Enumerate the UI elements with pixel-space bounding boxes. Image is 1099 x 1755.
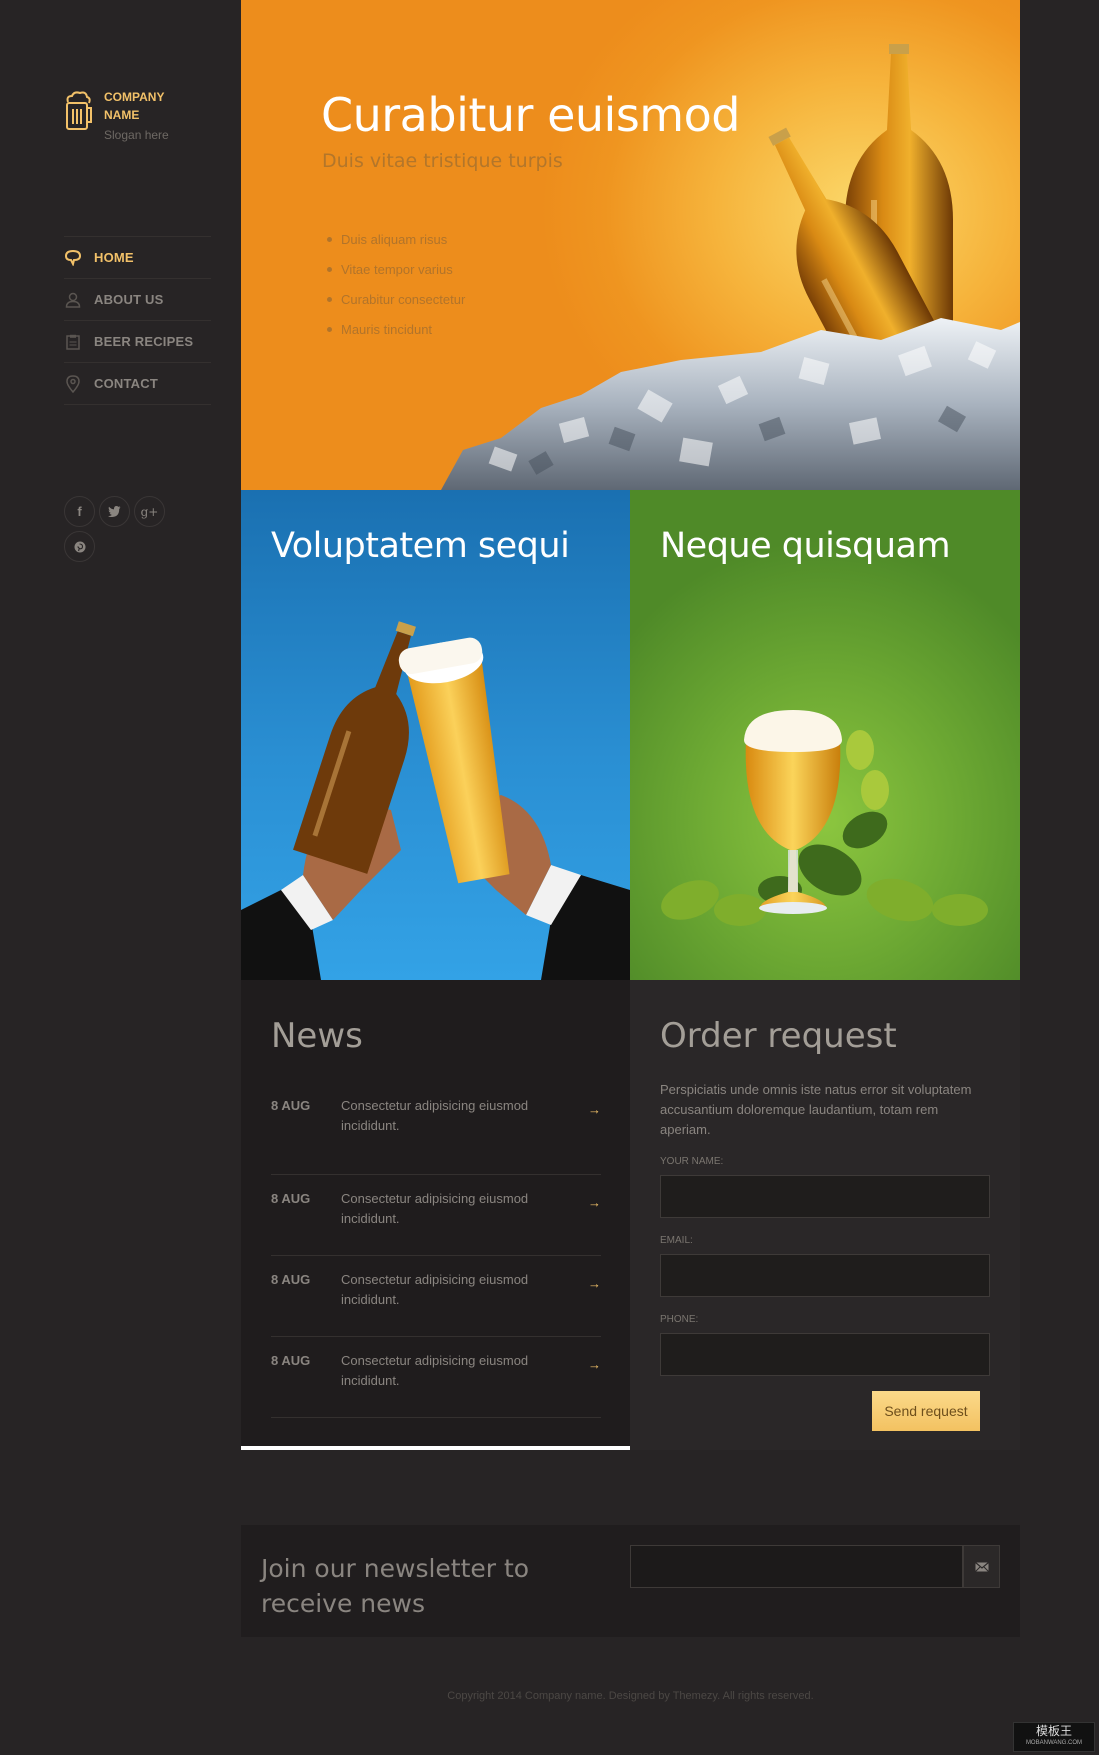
company-name: COMPANY NAME [104,90,165,122]
clipboard-icon [64,333,82,351]
list-item: Mauris tincidunt [327,314,465,344]
list-item: Duis aliquam risus [327,224,465,254]
arrow-right-icon[interactable]: → [571,1189,601,1255]
tile-title: Voluptatem sequi [271,526,570,566]
sidebar: COMPANY NAME Slogan here HOME ABOUT US B… [0,0,241,1755]
order-description: Perspiciatis unde omnis iste natus error… [660,1082,972,1137]
news-text: Consectetur adipisicing eiusmod incididu… [341,1191,529,1226]
news-item[interactable]: 8 AUG Consectetur adipisicing eiusmod in… [271,1175,601,1256]
arrow-right-icon[interactable]: → [571,1351,601,1417]
feature-tile-green[interactable]: Neque quisquam [630,490,1020,980]
phone-label: PHONE: [660,1314,699,1325]
newsletter-submit-button[interactable] [963,1545,1000,1588]
newsletter-email-input[interactable] [630,1545,963,1588]
news-date: 8 AUG [271,1353,311,1368]
footer-copyright: Copyright 2014 Company name. Designed by… [447,1690,814,1702]
news-date: 8 AUG [271,1191,311,1206]
news-text: Consectetur adipisicing eiusmod incididu… [341,1098,529,1133]
nav-label: BEER RECIPES [94,334,194,349]
watermark-badge: 模板王 MOBANWANG.COM [1013,1722,1095,1752]
logo[interactable]: COMPANY NAME Slogan here [64,88,184,144]
pinterest-button[interactable] [64,531,95,562]
news-section: News 8 AUG Consectetur adipisicing eiusm… [241,980,630,1450]
arrow-right-icon[interactable]: → [571,1096,601,1174]
hero-subtitle: Duis vitae tristique turpis [322,150,563,172]
hero-banner: Curabitur euismod Duis vitae tristique t… [241,0,1020,490]
main-nav: HOME ABOUT US BEER RECIPES CONTACT [64,236,211,405]
order-title: Order request [660,1016,897,1056]
news-date: 8 AUG [271,1098,311,1113]
user-icon [64,291,82,309]
news-date: 8 AUG [271,1272,311,1287]
send-request-button[interactable]: Send request [872,1391,980,1431]
hero-title: Curabitur euismod [321,88,740,142]
arrow-right-icon[interactable]: → [571,1270,601,1336]
news-text: Consectetur adipisicing eiusmod incididu… [341,1353,529,1388]
nav-item-about[interactable]: ABOUT US [64,279,211,321]
social-links: f g+ [64,496,184,562]
tile-title: Neque quisquam [660,526,951,566]
list-item: Curabitur consectetur [327,284,465,314]
facebook-button[interactable]: f [64,496,95,527]
list-item: Vitae tempor varius [327,254,465,284]
twitter-icon [108,506,121,517]
name-label: YOUR NAME: [660,1156,724,1167]
hero-list: Duis aliquam risus Vitae tempor varius C… [327,224,465,344]
news-item[interactable]: 8 AUG Consectetur adipisicing eiusmod in… [271,1256,601,1337]
newsletter-section: Join our newsletter to receive news [241,1525,1020,1637]
feature-tile-blue[interactable]: Voluptatem sequi [241,490,630,980]
nav-label: CONTACT [94,376,158,391]
news-item[interactable]: 8 AUG Consectetur adipisicing eiusmod in… [271,1094,601,1175]
nav-item-home[interactable]: HOME [64,237,211,279]
news-title: News [271,1016,363,1056]
order-request-section: Order request Perspiciatis unde omnis is… [630,980,1020,1450]
nav-label: ABOUT US [94,292,164,307]
news-text: Consectetur adipisicing eiusmod incididu… [341,1272,529,1307]
email-label: EMAIL: [660,1235,693,1246]
nav-item-beer-recipes[interactable]: BEER RECIPES [64,321,211,363]
pinterest-icon [74,541,85,552]
twitter-button[interactable] [99,496,130,527]
map-pin-icon [64,374,82,393]
beer-mug-icon [66,91,92,130]
google-plus-button[interactable]: g+ [134,496,165,527]
envelope-icon [974,1561,989,1572]
email-field[interactable] [660,1254,990,1297]
phone-field[interactable] [660,1333,990,1376]
newsletter-text: Join our newsletter to receive news [261,1554,530,1618]
news-item[interactable]: 8 AUG Consectetur adipisicing eiusmod in… [271,1337,601,1418]
news-list: 8 AUG Consectetur adipisicing eiusmod in… [271,1094,601,1418]
nav-item-contact[interactable]: CONTACT [64,363,211,405]
chat-bubble-icon [64,249,82,267]
watermark-site: MOBANWANG.COM [1025,1740,1083,1746]
facebook-icon: f [77,504,82,519]
slogan: Slogan here [104,128,169,142]
google-plus-icon: g+ [140,504,159,519]
watermark-title: 模板王 [1035,1724,1072,1738]
name-field[interactable] [660,1175,990,1218]
nav-label: HOME [94,250,134,265]
